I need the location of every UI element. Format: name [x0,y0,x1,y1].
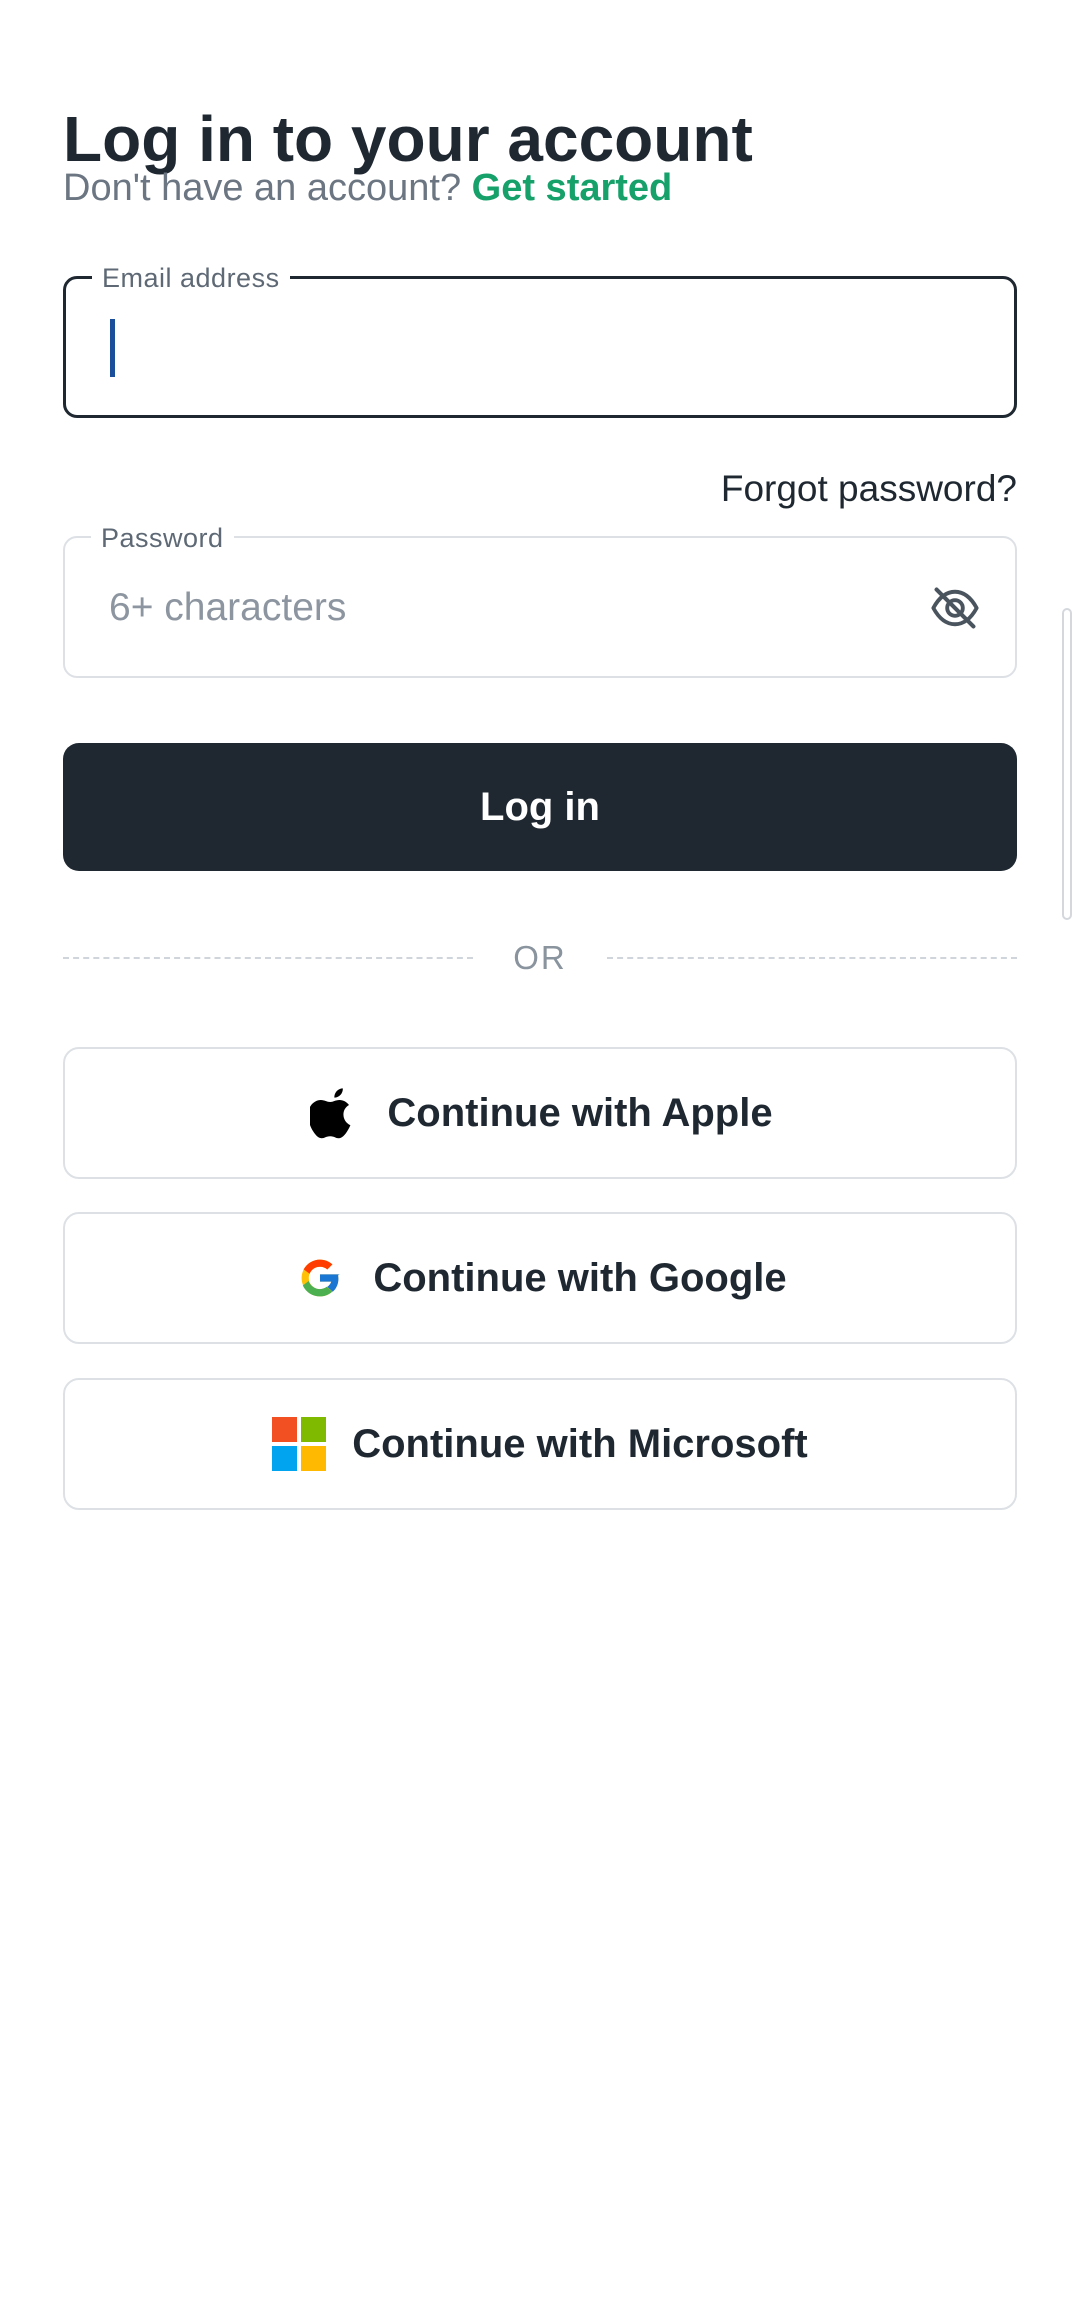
password-field-label: Password [91,522,234,554]
google-icon [293,1251,347,1305]
signup-prompt-text: Don't have an account? [63,167,462,209]
signup-prompt: Don't have an account? Get started [63,164,672,212]
get-started-link[interactable]: Get started [472,167,673,209]
divider-line-right [607,957,1017,959]
apple-button-label: Continue with Apple [387,1090,773,1135]
google-button-label: Continue with Google [373,1255,787,1300]
continue-with-google-button[interactable]: Continue with Google [63,1212,1017,1344]
email-input[interactable] [110,309,910,389]
email-field[interactable]: Email address [63,262,1017,418]
email-field-label: Email address [92,262,290,294]
password-field[interactable]: Password [63,522,1017,678]
continue-with-microsoft-button[interactable]: Continue with Microsoft [63,1378,1017,1510]
scrollbar[interactable] [1062,608,1072,920]
eye-off-icon[interactable] [929,582,981,634]
forgot-password-link[interactable]: Forgot password? [721,466,1017,512]
microsoft-button-label: Continue with Microsoft [352,1421,808,1466]
or-divider: OR [63,938,1017,978]
continue-with-apple-button[interactable]: Continue with Apple [63,1047,1017,1179]
apple-icon [307,1086,361,1140]
login-button[interactable]: Log in [63,743,1017,871]
microsoft-icon [272,1417,327,1471]
password-input[interactable] [109,568,909,648]
